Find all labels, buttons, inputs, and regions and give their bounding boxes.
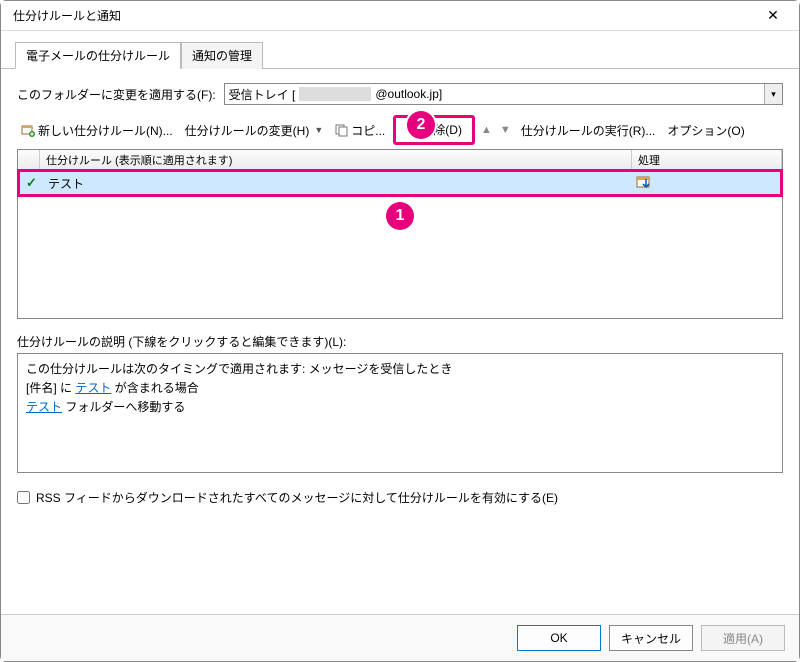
check-icon: ✓ — [26, 175, 37, 190]
titlebar: 仕分けルールと通知 ✕ — [1, 1, 799, 31]
close-button[interactable]: ✕ — [755, 4, 791, 28]
window-title: 仕分けルールと通知 — [13, 7, 121, 24]
folder-value-suffix: @outlook.jp] — [375, 87, 442, 101]
move-down-button[interactable]: ▼ — [498, 124, 513, 136]
change-rule-button[interactable]: 仕分けルールの変更(H) ▼ — [181, 120, 328, 141]
options-label: オプション(O) — [667, 122, 744, 139]
rules-row-highlight: ✓ テスト — [17, 169, 783, 197]
tab-manage-alerts[interactable]: 通知の管理 — [181, 42, 263, 69]
rules-header-name[interactable]: 仕分けルール (表示順に適用されます) — [40, 150, 632, 169]
callout-badge-1: 1 — [386, 202, 414, 230]
options-button[interactable]: オプション(O) — [663, 120, 748, 141]
rule-checkbox[interactable]: ✓ — [20, 174, 42, 192]
new-rule-label: 新しい仕分けルール(N)... — [38, 122, 173, 139]
content-area: このフォルダーに変更を適用する(F): 受信トレイ [ @outlook.jp]… — [1, 69, 799, 514]
copy-icon — [335, 124, 348, 137]
folder-select[interactable]: 受信トレイ [ @outlook.jp] ▾ — [224, 83, 783, 105]
rules-row[interactable]: ✓ テスト — [20, 172, 780, 194]
folder-dropdown-button[interactable]: ▾ — [764, 84, 782, 104]
rules-list-header: 仕分けルール (表示順に適用されます) 処理 — [18, 150, 782, 170]
apply-folder-row: このフォルダーに変更を適用する(F): 受信トレイ [ @outlook.jp]… — [17, 83, 783, 105]
run-rules-button[interactable]: 仕分けルールの実行(R)... — [517, 120, 660, 141]
description-box: この仕分けルールは次のタイミングで適用されます: メッセージを受信したとき [件… — [17, 353, 783, 473]
rss-checkbox-label: RSS フィードからダウンロードされたすべてのメッセージに対して仕分けルールを有… — [36, 489, 558, 506]
close-icon: ✕ — [767, 7, 779, 24]
chevron-down-icon: ▼ — [314, 125, 323, 135]
ok-button[interactable]: OK — [517, 625, 601, 651]
apply-button[interactable]: 適用(A) — [701, 625, 785, 651]
rule-action-icon — [630, 174, 780, 192]
rss-checkbox-row: RSS フィードからダウンロードされたすべてのメッセージに対して仕分けルールを有… — [17, 489, 783, 506]
new-rule-icon — [21, 123, 35, 137]
rules-header-action[interactable]: 処理 — [632, 150, 782, 169]
copy-rule-label: コピ... — [351, 122, 385, 139]
description-line-2: [件名] に テスト が含まれる場合 — [26, 379, 774, 398]
move-up-button[interactable]: ▲ — [479, 124, 494, 136]
chevron-down-icon: ▾ — [771, 89, 776, 100]
run-rules-label: 仕分けルールの実行(R)... — [521, 122, 656, 139]
description-label: 仕分けルールの説明 (下線をクリックすると編集できます)(L): — [17, 333, 783, 350]
folder-value-prefix: 受信トレイ [ — [229, 86, 296, 103]
callout-badge-2: 2 — [407, 111, 435, 139]
tab-strip: 電子メールの仕分けルール 通知の管理 — [1, 31, 799, 69]
rules-header-check[interactable] — [18, 150, 40, 169]
description-line-3: テスト フォルダーへ移動する — [26, 398, 774, 417]
rules-toolbar: 新しい仕分けルール(N)... 仕分けルールの変更(H) ▼ コピ... 削除(… — [17, 115, 783, 145]
rule-name: テスト — [42, 174, 630, 193]
tab-email-rules[interactable]: 電子メールの仕分けルール — [15, 42, 181, 69]
description-folder-link[interactable]: テスト — [26, 400, 62, 414]
copy-rule-button[interactable]: コピ... — [331, 120, 389, 141]
apply-folder-label: このフォルダーに変更を適用する(F): — [17, 86, 216, 103]
cancel-button[interactable]: キャンセル — [609, 625, 693, 651]
dialog-footer: OK キャンセル 適用(A) — [1, 614, 799, 661]
description-subject-link[interactable]: テスト — [75, 381, 111, 395]
rules-list: 仕分けルール (表示順に適用されます) 処理 ✓ テスト 1 — [17, 149, 783, 319]
change-rule-label: 仕分けルールの変更(H) — [185, 122, 310, 139]
rss-checkbox[interactable] — [17, 491, 30, 504]
description-line-1: この仕分けルールは次のタイミングで適用されます: メッセージを受信したとき — [26, 360, 774, 379]
new-rule-button[interactable]: 新しい仕分けルール(N)... — [17, 120, 177, 141]
folder-value-masked — [299, 87, 371, 101]
